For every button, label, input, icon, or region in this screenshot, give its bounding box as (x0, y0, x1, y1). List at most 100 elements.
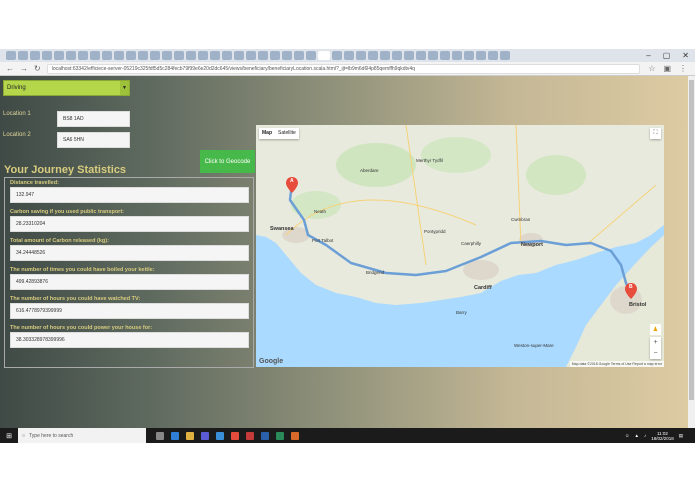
browser-tab[interactable] (270, 51, 280, 60)
browser-tab[interactable] (464, 51, 474, 60)
back-icon[interactable]: ← (6, 64, 14, 73)
menu-icon[interactable]: ⋮ (679, 64, 687, 73)
browser-tab[interactable] (30, 51, 40, 60)
browser-tab[interactable] (428, 51, 438, 60)
browser-tab[interactable] (6, 51, 16, 60)
close-window-button[interactable]: ✕ (682, 51, 689, 60)
browser-tab[interactable] (78, 51, 88, 60)
firefox-icon[interactable] (291, 431, 299, 440)
browser-tab[interactable] (452, 51, 462, 60)
forest-patch (421, 137, 491, 173)
people-icon[interactable]: ☺ (625, 433, 630, 438)
browser-tab[interactable] (174, 51, 184, 60)
browser-tab[interactable] (356, 51, 366, 60)
map-type-satellite-button[interactable]: Satellite (275, 128, 299, 139)
browser-tab[interactable] (344, 51, 354, 60)
chrome-icon[interactable] (231, 431, 239, 440)
store-icon[interactable] (201, 431, 209, 440)
zoom-out-button[interactable]: − (653, 350, 657, 357)
location1-input[interactable]: BS8 1AD (57, 111, 130, 127)
dropdown-arrow-icon[interactable]: ▼ (120, 81, 129, 95)
map-label-cwmbran: Cwmbran (511, 217, 531, 222)
browser-tab[interactable] (368, 51, 378, 60)
marker-a-label: A (290, 178, 294, 184)
map-credits[interactable]: Map data ©2018 Google Terms of Use Repor… (569, 361, 664, 367)
browser-tab[interactable] (392, 51, 402, 60)
calculator-icon[interactable] (276, 431, 284, 440)
browser-tab[interactable] (198, 51, 208, 60)
map-canvas (256, 125, 664, 367)
browser-tab[interactable] (234, 51, 244, 60)
browser-tab[interactable] (306, 51, 316, 60)
browser-tab[interactable] (66, 51, 76, 60)
location2-input[interactable]: SA6 5HN (57, 132, 130, 148)
map-label-bridgend: Bridgend (366, 270, 385, 275)
notifications-icon[interactable]: ▤ (679, 433, 683, 439)
stat-value-house[interactable]: 38.303328978399996 (10, 332, 249, 348)
browser-tab[interactable] (42, 51, 52, 60)
system-tray: ☺ ▲ ♪ 11:02 18/02/2018 ▤ (625, 428, 683, 443)
reload-icon[interactable]: ↻ (34, 64, 41, 73)
maximize-button[interactable]: ▢ (663, 51, 671, 60)
zoom-in-button[interactable]: + (653, 339, 657, 346)
stat-value-carbon-released[interactable]: 34.24448526 (10, 245, 249, 261)
browser-tab[interactable] (282, 51, 292, 60)
browser-tab[interactable] (18, 51, 28, 60)
scrollbar-thumb[interactable] (689, 80, 694, 400)
windows-start-icon[interactable]: ⊞ (0, 432, 18, 440)
browser-tab[interactable] (488, 51, 498, 60)
stat-value-kettle[interactable]: 499.42893876 (10, 274, 249, 290)
browser-tab[interactable] (476, 51, 486, 60)
browser-tab[interactable] (404, 51, 414, 60)
stat-value-distance[interactable]: 132.947 (10, 187, 249, 203)
map-type-map-button[interactable]: Map (259, 128, 275, 139)
browser-tab[interactable] (222, 51, 232, 60)
taskbar-search-box[interactable]: ○ Type here to search (18, 428, 146, 443)
route-map[interactable]: A B Neath Swansea Port Talbot Cardiff Ne… (256, 125, 664, 367)
browser-tab[interactable] (102, 51, 112, 60)
browser-tab[interactable] (416, 51, 426, 60)
browser-tab[interactable] (440, 51, 450, 60)
stat-label-carbon-released: Total amount of Carbon released (kg): (10, 238, 109, 244)
geocode-button[interactable]: Click to Geocode (200, 150, 255, 173)
browser-tab[interactable] (258, 51, 268, 60)
map-label-aberdare: Aberdare (360, 168, 379, 173)
street-view-pegman-icon[interactable]: ♟ (650, 324, 661, 335)
fullscreen-icon[interactable]: ⛶ (650, 128, 661, 139)
edge-icon[interactable] (171, 431, 179, 440)
browser-tab[interactable] (90, 51, 100, 60)
browser-tab[interactable] (54, 51, 64, 60)
file-explorer-icon[interactable] (186, 431, 194, 440)
browser-tab[interactable] (138, 51, 148, 60)
minimize-button[interactable]: – (646, 51, 650, 60)
intellij-icon[interactable] (246, 431, 254, 440)
mail-icon[interactable] (216, 431, 224, 440)
browser-tab[interactable] (150, 51, 160, 60)
task-view-icon[interactable] (156, 431, 164, 440)
volume-icon[interactable]: ♪ (644, 433, 646, 438)
stat-value-tv[interactable]: 616.4778979399999 (10, 303, 249, 319)
browser-tab[interactable] (126, 51, 136, 60)
travel-mode-select[interactable]: Driving ▼ (3, 80, 130, 96)
browser-tab[interactable] (162, 51, 172, 60)
browser-tab[interactable] (186, 51, 196, 60)
network-icon[interactable]: ▲ (634, 433, 638, 438)
clock[interactable]: 11:02 18/02/2018 (651, 431, 674, 441)
stat-value-carbon-saving[interactable]: 28.23310204 (10, 216, 249, 232)
stat-label-kettle: The number of times you could have boile… (10, 267, 155, 273)
browser-tab[interactable] (246, 51, 256, 60)
url-input[interactable]: localhost:63342/efficiece-server-05219c3… (46, 63, 641, 74)
page-scrollbar[interactable] (688, 76, 695, 428)
browser-tab[interactable] (500, 51, 510, 60)
browser-tab[interactable] (294, 51, 304, 60)
browser-tab[interactable] (210, 51, 220, 60)
forest-patch (291, 191, 341, 219)
word-icon[interactable] (261, 431, 269, 440)
browser-tab[interactable] (114, 51, 124, 60)
browser-tab[interactable] (380, 51, 390, 60)
extensions-icon[interactable]: ▣ (663, 64, 671, 73)
browser-tab-active[interactable] (318, 51, 330, 60)
forward-icon[interactable]: → (20, 64, 28, 73)
bookmark-star-icon[interactable]: ☆ (648, 64, 655, 73)
browser-tab[interactable] (332, 51, 342, 60)
